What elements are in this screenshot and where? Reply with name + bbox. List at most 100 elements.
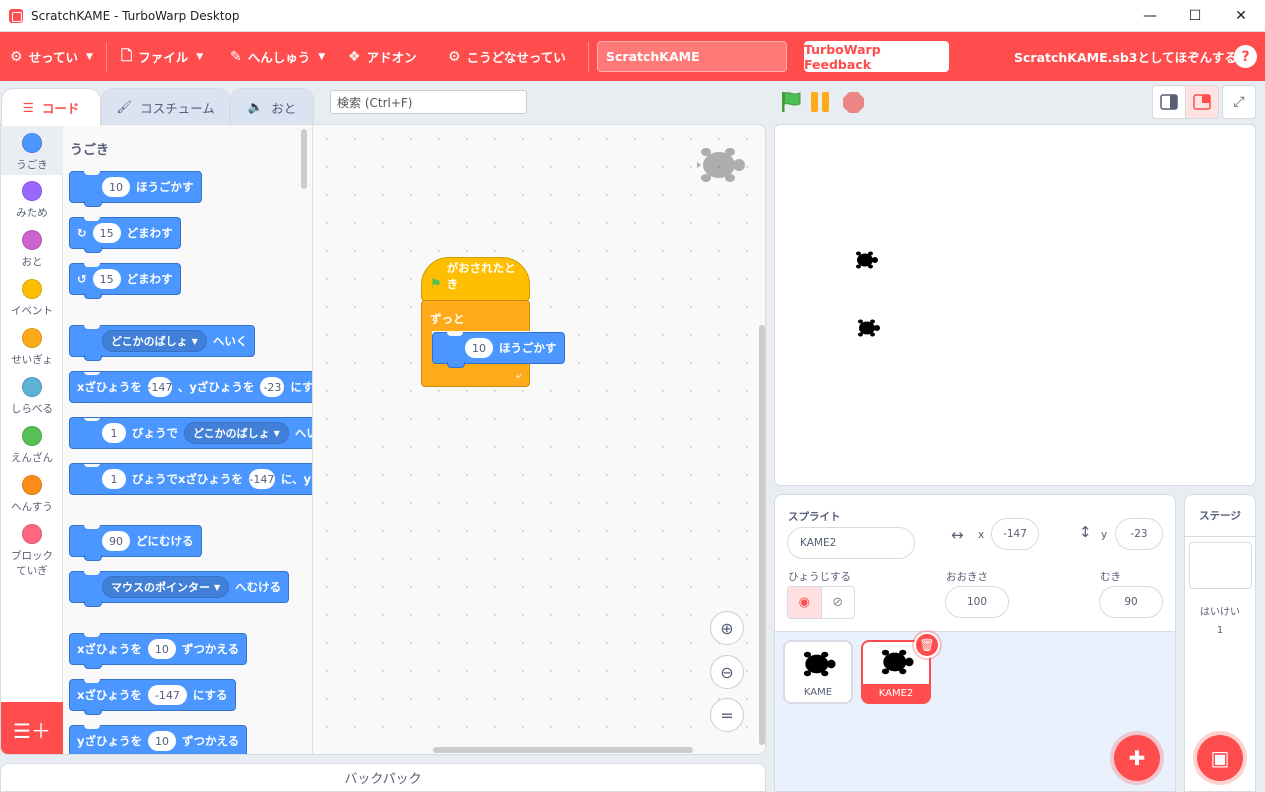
zoom-out-button[interactable]: ⊖ xyxy=(710,655,744,689)
advanced-icon: ⚙ xyxy=(448,48,461,65)
backdrops-count: 1 xyxy=(1216,625,1224,636)
turtle-sprite-kame[interactable] xyxy=(854,249,879,271)
block-goto-xy[interactable]: xざひょうを -147 、yざひょうを -23 にす xyxy=(69,371,312,403)
workspace-vertical-scrollbar[interactable] xyxy=(759,325,765,745)
tab-code[interactable]: ☰ コード xyxy=(1,88,101,126)
category-my-blocks[interactable]: ブロックていぎ xyxy=(1,524,63,578)
tab-costumes[interactable]: 🖌 コスチューム xyxy=(101,88,230,125)
trash-icon: 🗑 xyxy=(919,638,935,652)
file-menu[interactable]: 🗋 ファイル ▼ xyxy=(121,32,203,81)
category-variables[interactable]: へんすう xyxy=(1,475,63,514)
block-input[interactable]: 10 xyxy=(465,338,493,358)
size-input[interactable]: 100 xyxy=(945,586,1009,618)
direction-input[interactable]: 90 xyxy=(1099,586,1163,618)
block-dropdown[interactable]: どこかのばしょ ▼ xyxy=(102,330,207,352)
tab-sounds[interactable]: 🔈 おと xyxy=(230,88,314,125)
workspace-horizontal-scrollbar[interactable] xyxy=(433,747,693,753)
chevron-down-icon: ▼ xyxy=(85,51,93,62)
edit-menu[interactable]: ✎ へんしゅう ▼ xyxy=(230,32,325,81)
category-looks[interactable]: みため xyxy=(1,181,63,220)
project-title-input[interactable]: ScratchKAME xyxy=(597,41,787,72)
add-backdrop-button[interactable]: ▣ xyxy=(1197,735,1243,781)
block-input[interactable]: 1 xyxy=(102,469,126,489)
show-sprite-button[interactable]: ◉ xyxy=(788,587,822,618)
minimize-button[interactable]: — xyxy=(1127,0,1173,32)
stop-button[interactable] xyxy=(843,92,864,113)
block-text: どまわす xyxy=(126,272,173,286)
block-input[interactable]: 10 xyxy=(147,639,176,659)
sprite-name-input[interactable]: KAME2 xyxy=(787,527,915,559)
small-stage-button[interactable] xyxy=(1152,85,1186,119)
script-workspace[interactable]: ⚑ がおされたとき ずっと ⤶ 10 ほうごかす ⊕ ⊖ = xyxy=(313,125,765,754)
category-sensing[interactable]: しらべる xyxy=(1,377,63,416)
block-text: へむける xyxy=(235,580,282,594)
block-input[interactable]: -147 xyxy=(147,685,187,705)
add-extension-button[interactable]: ☰＋ xyxy=(1,702,63,754)
fullscreen-button[interactable]: ⤢ xyxy=(1222,85,1256,119)
block-input[interactable]: -147 xyxy=(147,377,172,397)
x-position-input[interactable]: -147 xyxy=(991,518,1039,550)
close-window-button[interactable]: ✕ xyxy=(1218,0,1264,32)
backpack[interactable]: バックパック xyxy=(0,763,766,792)
block-text: に、y xyxy=(280,472,311,486)
block-input[interactable]: 1 xyxy=(102,423,126,443)
chevron-down-icon: ▼ xyxy=(273,428,280,438)
block-text: ずっと xyxy=(430,312,465,326)
block-dropdown[interactable]: マウスのポインター ▼ xyxy=(102,576,230,598)
stage[interactable] xyxy=(774,124,1256,486)
zoom-reset-button[interactable]: = xyxy=(710,698,744,732)
block-glide[interactable]: 1 びょうで どこかのばしょ▼ へい xyxy=(69,417,312,449)
block-turn-right[interactable]: ↻ 15 どまわす xyxy=(69,217,181,253)
turtle-sprite-kame2[interactable] xyxy=(856,317,881,339)
settings-menu[interactable]: ⚙ せってい ▼ xyxy=(10,32,93,81)
when-flag-clicked-block[interactable]: ⚑ がおされたとき xyxy=(421,257,530,301)
block-input[interactable]: 10 xyxy=(102,177,130,197)
block-glide-xy[interactable]: 1 びょうでxざひょうを -147 に、y xyxy=(69,463,312,495)
save-button[interactable]: ScratchKAME.sb3としてほぞんする xyxy=(1014,32,1237,81)
block-move-steps[interactable]: 10 ほうごかす xyxy=(69,171,202,207)
fullscreen-icon: ⤢ xyxy=(1233,94,1245,110)
category-motion[interactable]: うごき xyxy=(1,125,63,175)
category-events[interactable]: イベント xyxy=(1,279,63,318)
block-turn-left[interactable]: ↺ 15 どまわす xyxy=(69,263,181,299)
help-button[interactable]: ? xyxy=(1234,45,1257,68)
add-sprite-button[interactable]: ✚ xyxy=(1114,735,1160,781)
block-input[interactable]: -23 xyxy=(260,377,285,397)
block-point-direction[interactable]: 90 どにむける xyxy=(69,525,202,561)
category-operators[interactable]: えんざん xyxy=(1,426,63,465)
addons-menu[interactable]: ❖ アドオン xyxy=(348,32,417,81)
hide-sprite-button[interactable]: ⊘ xyxy=(822,587,855,618)
category-sound[interactable]: おと xyxy=(1,230,63,269)
feedback-button[interactable]: TurboWarp Feedback xyxy=(804,41,949,72)
block-dropdown[interactable]: どこかのばしょ ▼ xyxy=(184,422,289,444)
block-input[interactable]: 15 xyxy=(92,223,121,243)
block-input[interactable]: 15 xyxy=(92,269,121,289)
category-control[interactable]: せいぎょ xyxy=(1,328,63,367)
delete-sprite-button[interactable]: 🗑 xyxy=(914,632,940,658)
maximize-button[interactable]: ☐ xyxy=(1172,0,1218,32)
block-input[interactable]: 90 xyxy=(102,531,130,551)
category-label: おと xyxy=(21,256,43,268)
category-dot xyxy=(22,377,42,397)
size-label: おおきさ xyxy=(946,571,988,583)
block-search-input[interactable]: 検索 (Ctrl+F) xyxy=(330,90,527,114)
pause-button[interactable] xyxy=(811,92,831,112)
block-set-x[interactable]: xざひょうを -147 にする xyxy=(69,679,236,715)
pause-bar xyxy=(822,92,829,112)
palette-scrollbar[interactable] xyxy=(301,129,307,189)
block-input[interactable]: -147 xyxy=(248,469,275,489)
advanced-settings-menu[interactable]: ⚙ こうどなせってい xyxy=(448,32,566,81)
green-flag-button[interactable] xyxy=(779,90,803,114)
turtle-thumbnail xyxy=(881,649,914,675)
zoom-in-button[interactable]: ⊕ xyxy=(710,611,744,645)
sprite-tile-kame[interactable]: KAME xyxy=(783,640,853,704)
block-point-towards[interactable]: マウスのポインター ▼ へむける xyxy=(69,571,290,607)
stage-thumbnail[interactable] xyxy=(1189,542,1252,589)
block-change-y[interactable]: yざひょうを 10 ずつかえる xyxy=(69,725,248,754)
large-stage-button[interactable] xyxy=(1185,85,1219,119)
script-move-block[interactable]: 10 ほうごかす xyxy=(432,332,565,368)
block-input[interactable]: 10 xyxy=(148,731,176,751)
y-position-input[interactable]: -23 xyxy=(1115,518,1163,550)
block-change-x[interactable]: xざひょうを 10 ずつかえる xyxy=(69,633,248,669)
block-goto[interactable]: どこかのばしょ ▼ へいく xyxy=(69,325,256,361)
